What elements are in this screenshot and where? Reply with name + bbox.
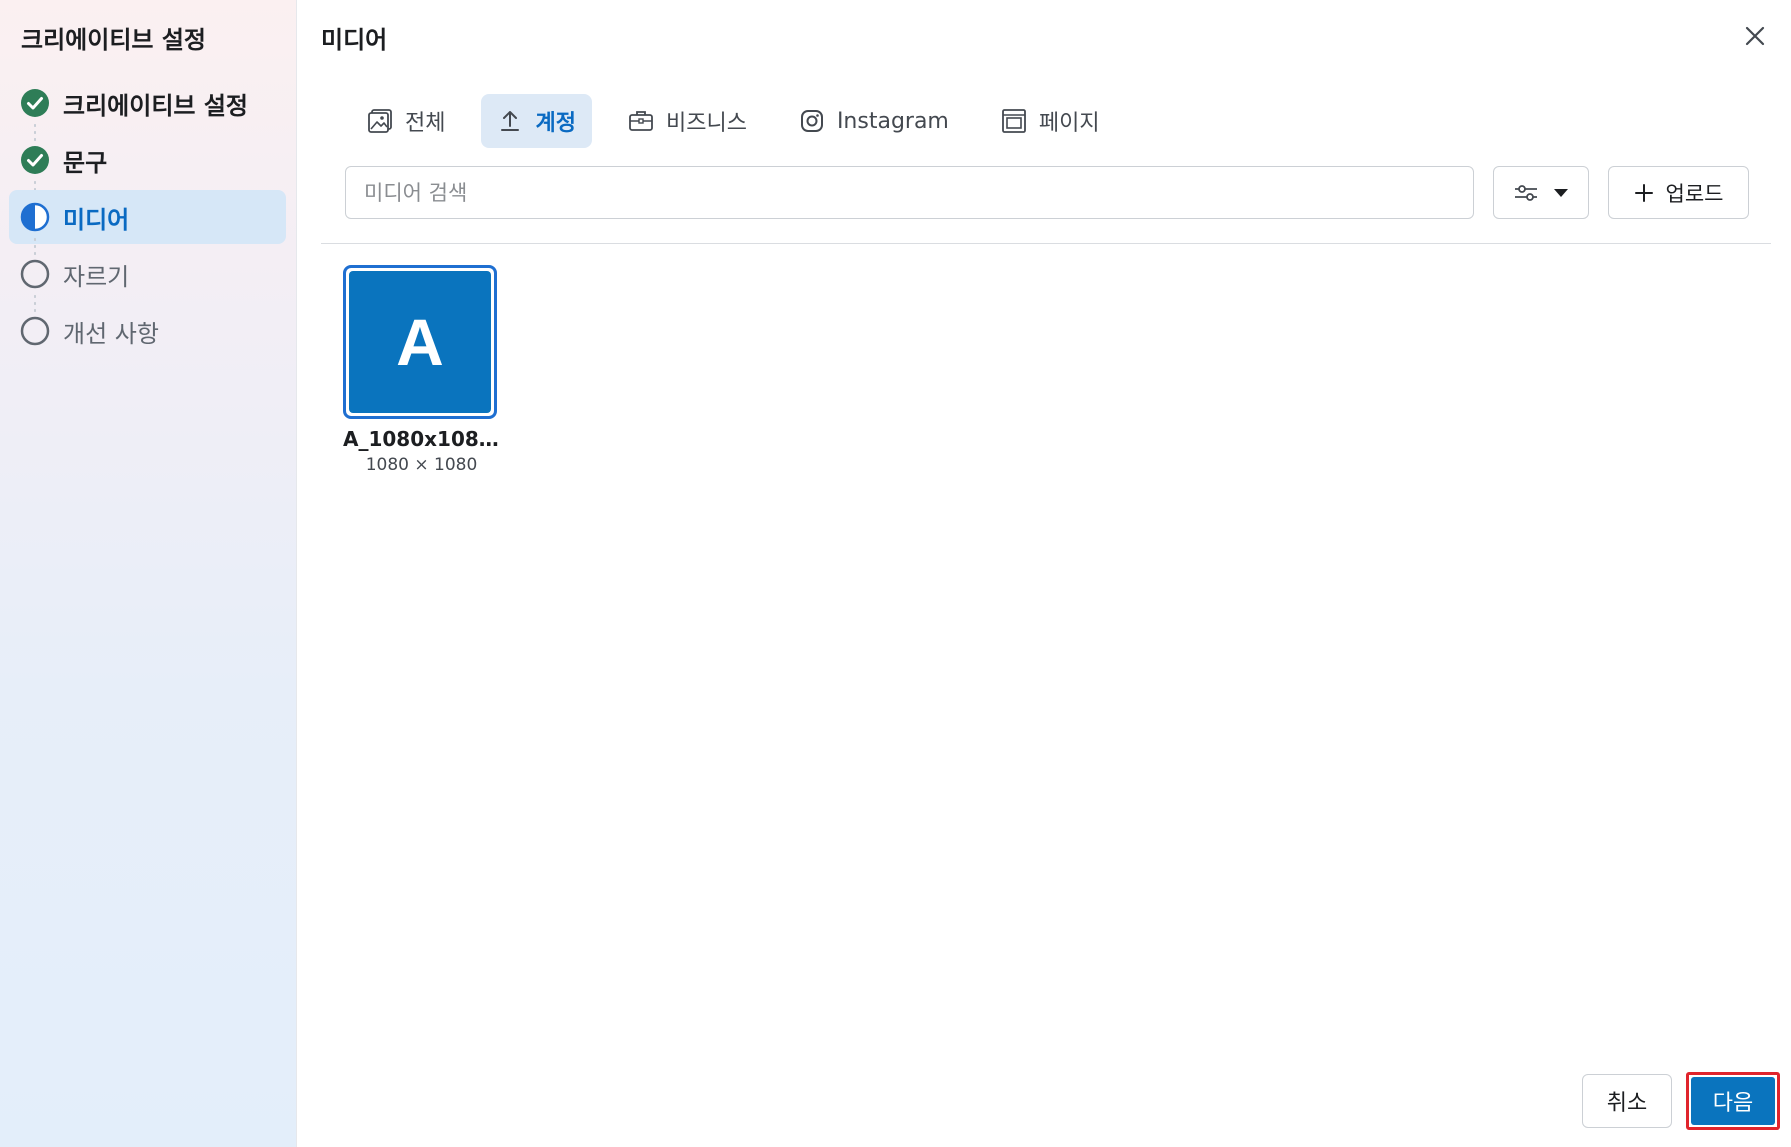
step-copy[interactable]: 문구 — [9, 133, 286, 187]
step-label: 개선 사항 — [63, 319, 159, 348]
media-thumbnail: A — [349, 271, 491, 413]
tab-all[interactable]: 전체 — [351, 94, 461, 148]
media-search-input[interactable] — [345, 166, 1474, 219]
media-panel: 미디어 전체 계정 비즈니스 Instagram 페이지 미디어 검색 업로드 … — [297, 0, 1791, 1147]
step-label: 크리에이티브 설정 — [63, 91, 248, 120]
instagram-icon — [800, 110, 823, 132]
tab-label: 전체 — [405, 111, 446, 136]
tab-business[interactable]: 비즈니스 — [612, 94, 763, 148]
next-button-label: 다음 — [1691, 1077, 1775, 1125]
tab-instagram[interactable]: Instagram — [783, 94, 965, 148]
media-dimensions: 1080 × 1080 — [365, 455, 478, 475]
plus-icon — [1634, 183, 1653, 202]
next-button[interactable]: 다음 — [1686, 1072, 1780, 1130]
close-icon — [1745, 26, 1765, 46]
step-label: 자르기 — [63, 262, 130, 291]
tab-label: 계정 — [535, 111, 576, 136]
media-name: A_1080x108... — [343, 427, 500, 451]
empty-circle-icon — [20, 316, 50, 346]
check-circle-icon — [21, 146, 49, 174]
source-tabs: 전체 계정 비즈니스 Instagram 페이지 — [351, 94, 1116, 148]
step-label: 문구 — [63, 148, 108, 177]
caret-down-icon — [1554, 188, 1568, 197]
page-title: 미디어 — [321, 26, 388, 54]
page-icon — [1001, 109, 1026, 133]
upload-button[interactable]: 업로드 — [1608, 166, 1749, 219]
divider — [321, 243, 1771, 244]
step-crop[interactable]: 자르기 — [9, 247, 286, 301]
media-thumbnail-selected[interactable]: A — [343, 265, 497, 419]
briefcase-icon — [629, 111, 653, 131]
empty-circle-icon — [20, 259, 50, 289]
upload-arrow-icon — [501, 111, 520, 131]
tab-label: 페이지 — [1038, 111, 1100, 136]
close-button[interactable] — [1741, 22, 1769, 50]
media-item[interactable]: A A_1080x108... 1080 × 1080 — [343, 265, 500, 475]
sidebar: 크리에이티브 설정 크리에이티브 설정 문구 미디어 자르기 개선 사항 — [0, 0, 297, 1147]
tab-label: Instagram — [836, 108, 949, 134]
step-list: 크리에이티브 설정 문구 미디어 자르기 개선 사항 — [9, 76, 286, 361]
step-creative-settings[interactable]: 크리에이티브 설정 — [9, 76, 286, 130]
image-gallery-icon — [368, 109, 392, 133]
step-media[interactable]: 미디어 — [9, 190, 286, 244]
tab-page[interactable]: 페이지 — [985, 94, 1116, 148]
half-circle-progress-icon — [20, 202, 50, 232]
sidebar-title: 크리에이티브 설정 — [21, 26, 206, 54]
tab-account[interactable]: 계정 — [481, 94, 592, 148]
check-circle-icon — [21, 89, 49, 117]
tab-label: 비즈니스 — [665, 111, 747, 136]
filter-button[interactable] — [1493, 166, 1589, 219]
upload-label: 업로드 — [1665, 181, 1724, 206]
sliders-icon — [1515, 184, 1537, 201]
cancel-button[interactable]: 취소 — [1582, 1074, 1672, 1128]
step-label: 미디어 — [63, 205, 130, 234]
step-improvements[interactable]: 개선 사항 — [9, 304, 286, 358]
